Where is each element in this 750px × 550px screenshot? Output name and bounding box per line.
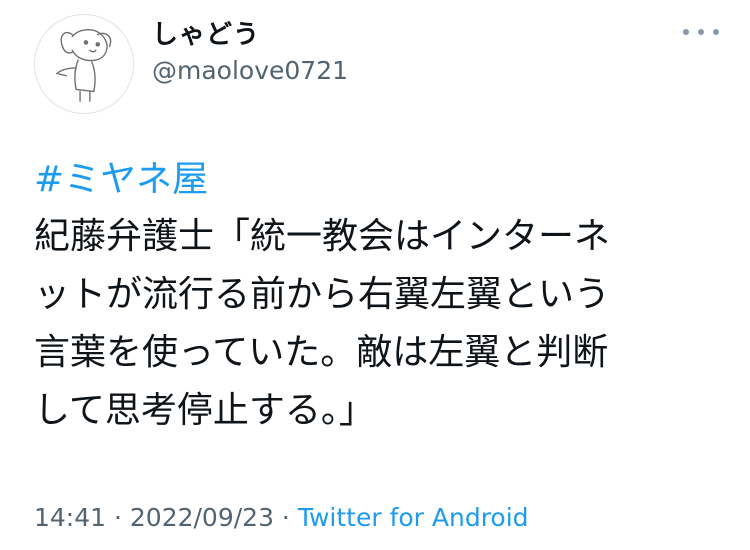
avatar[interactable] bbox=[34, 14, 134, 114]
tweet-meta: 14:41 · 2022/09/23 · Twitter for Android bbox=[34, 503, 529, 532]
tweet-text-line: ットが流行る前から右翼左翼という bbox=[34, 274, 611, 315]
tweet-text-line: して思考停止する。」 bbox=[34, 390, 375, 431]
tweet-time[interactable]: 14:41 bbox=[34, 503, 106, 532]
tweet-text-line: 紀藤弁護士「統一教会はインターネ bbox=[34, 216, 611, 257]
more-icon-dot bbox=[683, 29, 689, 35]
dog-sketch-icon bbox=[55, 29, 112, 102]
more-options-button[interactable] bbox=[683, 20, 719, 44]
user-handle[interactable]: @maolove0721 bbox=[152, 56, 348, 85]
tweet-source-link[interactable]: Twitter for Android bbox=[298, 503, 529, 532]
tweet-date[interactable]: 2022/09/23 bbox=[130, 503, 274, 532]
meta-separator: · bbox=[273, 503, 298, 532]
tweet-text: 紀藤弁護士「統一教会はインターネ ットが流行る前から右翼左翼という 言葉を使って… bbox=[34, 208, 710, 440]
display-name[interactable]: しゃどう bbox=[152, 14, 260, 51]
tweet-text-line: 言葉を使っていた。敵は左翼と判断 bbox=[34, 332, 609, 373]
more-icon-dot bbox=[713, 29, 719, 35]
hashtag-link[interactable]: #ミヤネ屋 bbox=[34, 150, 208, 202]
meta-separator: · bbox=[106, 503, 130, 532]
more-icon-dot bbox=[698, 29, 704, 35]
